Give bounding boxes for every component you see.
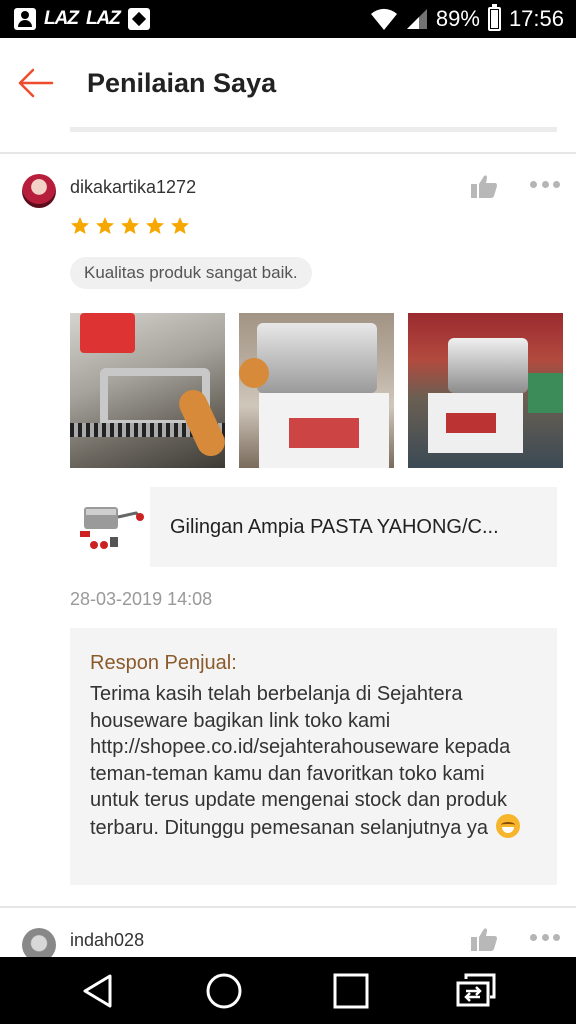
- reviewer-username: dikakartika1272: [70, 177, 197, 197]
- lazada-notification-label: LAZ: [44, 8, 79, 29]
- pasta-maker-image: [80, 507, 144, 549]
- signal-icon: [406, 9, 427, 29]
- app-header: Penilaian Saya: [0, 38, 576, 130]
- review-photo[interactable]: [239, 313, 394, 468]
- review-date: 28-03-2019 14:08: [70, 589, 213, 609]
- review-photo[interactable]: [70, 313, 225, 468]
- more-options-icon[interactable]: [530, 934, 560, 944]
- system-navigation-bar: [0, 957, 576, 1024]
- seller-reply-body: Terima kasih telah berbelanja di Sejahte…: [90, 683, 511, 839]
- clock: 17:56: [508, 6, 564, 31]
- thumbs-up-icon[interactable]: [470, 926, 498, 952]
- seller-reply-text: Terima kasih telah berbelanja di Sejahte…: [90, 681, 537, 841]
- star-icon: [96, 217, 114, 234]
- divider: [0, 906, 576, 908]
- smiling-emoji-icon: [495, 813, 520, 838]
- star-icon: [146, 217, 164, 234]
- review-photo[interactable]: [408, 313, 563, 468]
- lazada-notification-label: LAZ: [85, 8, 121, 29]
- app-notification-icon: [127, 8, 150, 30]
- star-icon: [171, 217, 189, 234]
- product-name: Gilingan Ampia PASTA YAHONG/C...: [170, 515, 499, 538]
- nav-back-icon[interactable]: [78, 971, 118, 1011]
- nav-recent-apps-icon[interactable]: [331, 971, 371, 1011]
- review-comment: Kualitas produk sangat baik.: [70, 257, 312, 289]
- back-button[interactable]: [14, 62, 56, 104]
- thumbs-up-icon[interactable]: [470, 173, 498, 199]
- star-icon: [121, 217, 139, 234]
- nav-switch-apps-icon[interactable]: [456, 971, 496, 1011]
- reviewer-username: indah028: [70, 930, 145, 950]
- seller-reply-label: Respon Penjual:: [90, 652, 237, 674]
- product-info: Gilingan Ampia PASTA YAHONG/C...: [150, 487, 557, 567]
- seller-reply: Respon Penjual: Terima kasih telah berbe…: [70, 628, 557, 885]
- review-photos: [70, 313, 563, 468]
- star-icon: [71, 217, 89, 234]
- status-bar-notifications: LAZ LAZ: [14, 7, 150, 31]
- avatar[interactable]: [22, 174, 56, 208]
- page-title: Penilaian Saya: [87, 68, 277, 98]
- product-thumbnail: [70, 487, 150, 567]
- account-icon: [14, 8, 36, 30]
- status-bar: LAZ LAZ 89% 17:56: [0, 0, 576, 38]
- nav-home-icon[interactable]: [204, 971, 244, 1011]
- arrow-left-icon: [18, 68, 54, 98]
- previous-review-bottom-edge: [70, 127, 557, 132]
- wifi-icon: [370, 8, 397, 30]
- divider: [0, 152, 576, 154]
- rating-stars: [70, 216, 190, 236]
- more-options-icon[interactable]: [530, 181, 560, 191]
- battery-icon: [487, 4, 501, 31]
- battery-percentage: 89%: [435, 6, 480, 31]
- product-card[interactable]: Gilingan Ampia PASTA YAHONG/C...: [70, 487, 557, 567]
- status-bar-system: 89% 17:56: [370, 4, 564, 33]
- battery-level: [490, 10, 498, 28]
